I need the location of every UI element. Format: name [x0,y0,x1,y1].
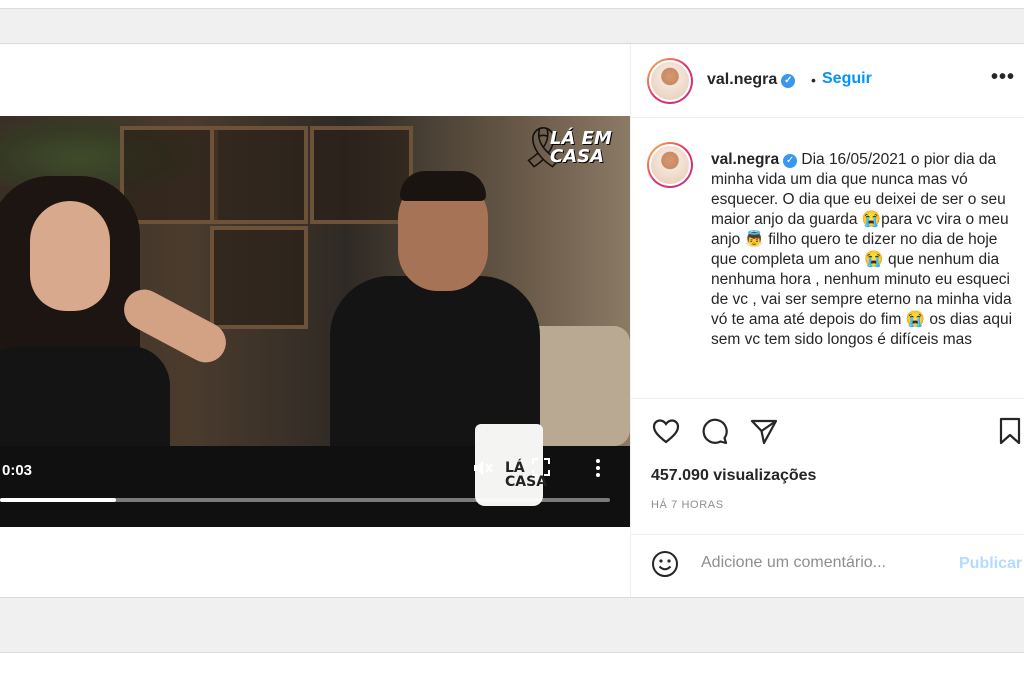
post-caption: val.negra ✓ Dia 16/05/2021 o pior dia da … [711,150,1021,350]
video-progress-fill [0,498,116,502]
video-shelf [120,126,218,224]
video-person-left-face [30,201,110,311]
follow-button[interactable]: Seguir [822,70,872,88]
avatar[interactable] [647,58,693,104]
verified-badge-icon: ✓ [783,154,798,168]
author-username-header[interactable]: val.negra ✓ [707,71,796,89]
fullscreen-icon[interactable] [532,458,550,480]
video-progress-bar[interactable] [0,498,610,502]
post-actions [631,399,1024,459]
video-person-right-hair [400,171,486,201]
video-current-time: 0:03 [2,462,33,479]
caption-area: val.negra ✓ Dia 16/05/2021 o pior dia da … [631,118,1024,399]
channel-logo-watermark: 🎗 LÁ EM CASA [518,124,618,186]
share-icon[interactable] [749,416,779,446]
post-header: val.negra ✓ • Seguir ••• [631,44,1024,118]
comment-input[interactable] [699,553,943,573]
channel-logo-text: LÁ EM CASA [550,128,612,167]
instagram-post: LÁ CASA 🎗 LÁ EM CASA 0:03 val.negra ✓ • … [0,43,1024,598]
post-timestamp[interactable]: HÁ 7 HORAS [651,499,724,511]
more-vert-icon[interactable] [595,458,601,482]
comment-bar: Publicar [631,534,1024,598]
views-count[interactable]: 457.090 visualizações [651,467,816,485]
bookmark-icon[interactable] [995,416,1024,446]
video-shelf [210,226,308,329]
post-video[interactable]: LÁ CASA 🎗 LÁ EM CASA 0:03 [0,116,630,527]
mute-icon[interactable] [472,458,494,482]
author-username-caption[interactable]: val.negra [711,151,779,168]
video-shelf [310,126,413,224]
caption-text: Dia 16/05/2021 o pior dia da minha vida … [711,151,1013,348]
header-separator: • [811,72,816,88]
verified-badge-icon: ✓ [781,74,796,88]
heart-icon[interactable] [651,416,681,446]
comment-icon[interactable] [699,416,729,446]
video-controls: 0:03 [0,446,630,527]
emoji-icon[interactable] [651,550,679,578]
browser-bottom-strip [0,652,1024,684]
video-shelf [210,126,308,224]
avatar[interactable] [647,142,693,188]
publish-button[interactable]: Publicar [959,555,1022,573]
browser-top-strip [0,0,1024,9]
post-side-panel: val.negra ✓ • Seguir ••• val.negra ✓ Dia 1… [630,44,1024,597]
more-options-icon[interactable]: ••• [991,66,1015,89]
